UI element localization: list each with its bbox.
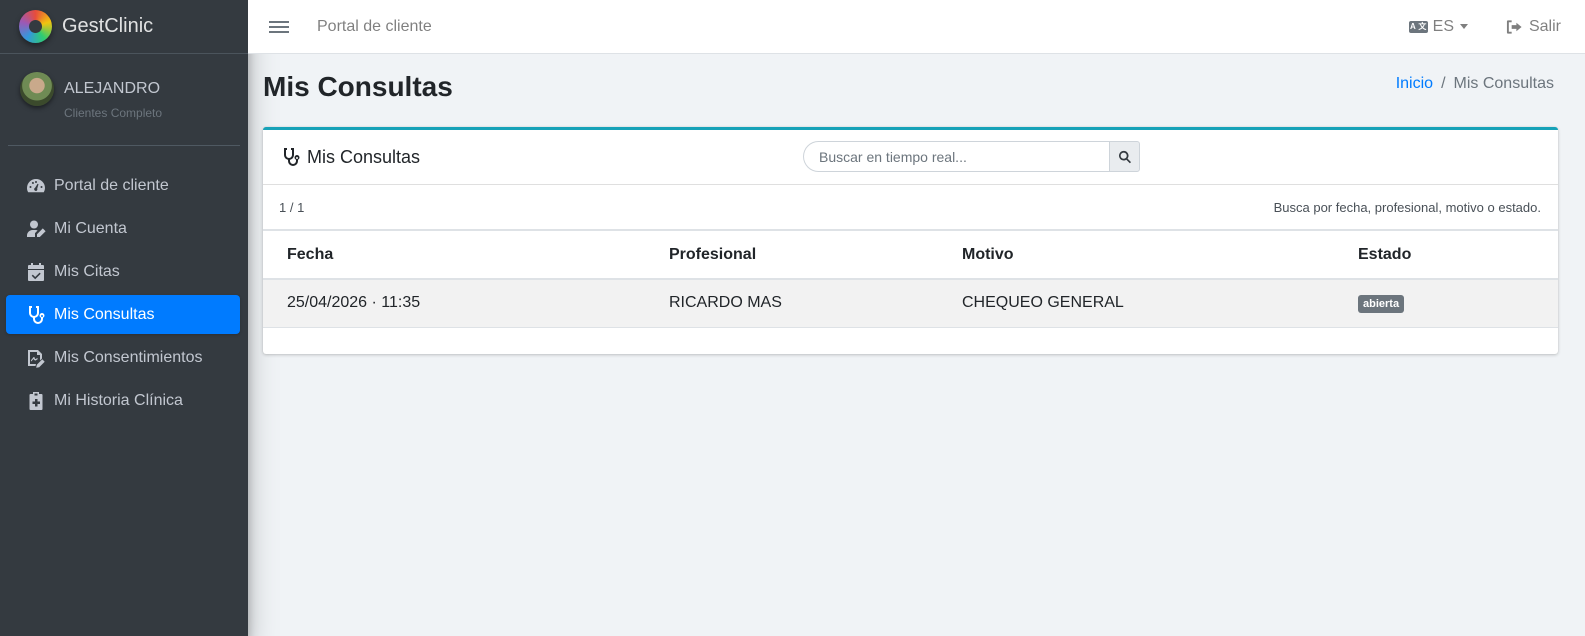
avatar[interactable] [20,72,54,106]
breadcrumb-home-link[interactable]: Inicio [1396,75,1433,93]
search-input[interactable] [803,141,1109,172]
sidebar-item-consultas[interactable]: Mis Consultas [6,295,240,334]
sidebar-item-citas[interactable]: Mis Citas [6,252,240,291]
top-navbar: Portal de cliente A文 ES Salir [248,0,1585,54]
column-header-profesional[interactable]: Profesional [645,231,938,280]
consultas-table: Fecha Profesional Motivo Estado 25/04/20… [263,231,1558,328]
user-panel: ALEJANDRO Clientes Completo [8,54,240,146]
column-header-fecha[interactable]: Fecha [263,231,645,280]
caret-down-icon [1459,24,1468,29]
search-hint: Busca por fecha, profesional, motivo o e… [1273,199,1541,215]
sidebar-item-historia[interactable]: Mi Historia Clínica [6,381,240,420]
sidebar-item-account[interactable]: Mi Cuenta [6,209,240,248]
card-title-text: Mis Consultas [307,146,421,167]
card-header: Mis Consultas [263,130,1558,185]
menu-toggle-icon[interactable] [269,18,289,36]
breadcrumb-separator: / [1441,75,1446,92]
logout-button[interactable]: Salir [1506,18,1561,36]
dashboard-icon [24,176,48,196]
sidebar-item-portal[interactable]: Portal de cliente [6,166,240,205]
user-role: Clientes Completo [64,106,163,121]
cell-motivo: CHEQUEO GENERAL [938,279,1334,328]
sign-out-icon [1506,19,1522,34]
sidebar-item-label: Mis Consultas [54,305,155,323]
user-edit-icon [24,219,48,239]
logout-label: Salir [1528,17,1561,35]
cell-estado: abierta [1334,279,1558,328]
stethoscope-icon [24,305,48,325]
search-group [803,141,1140,172]
status-badge: abierta [1358,294,1405,313]
calendar-check-icon [24,262,48,282]
sidebar-item-label: Mi Cuenta [54,219,127,237]
search-button[interactable] [1109,141,1140,172]
user-name[interactable]: ALEJANDRO [64,79,162,98]
brand[interactable]: GestClinic [0,0,248,54]
language-dropdown[interactable]: A文 ES [1408,17,1468,36]
sidebar-item-label: Mi Historia Clínica [54,391,183,409]
language-icon: A文 [1408,20,1428,33]
breadcrumb: Inicio / Mis Consultas [1396,75,1554,93]
signature-icon [24,348,48,368]
sidebar-item-consentimientos[interactable]: Mis Consentimientos [6,338,240,377]
card-title: Mis Consultas [281,147,420,168]
language-label: ES [1432,17,1454,35]
consultas-card: Mis Consultas 1 / 1 Busca por fecha, pro… [263,127,1558,354]
search-icon [1118,150,1131,163]
column-header-estado[interactable]: Estado [1334,231,1558,280]
brand-name: GestClinic [62,15,154,37]
portal-link[interactable]: Portal de cliente [317,18,432,36]
page-title: Mis Consultas [263,71,453,102]
table-header-row: Fecha Profesional Motivo Estado [263,231,1558,280]
sidebar-item-label: Mis Consentimientos [54,348,203,366]
stethoscope-icon [284,148,300,166]
sidebar: GestClinic ALEJANDRO Clientes Completo P… [0,0,248,636]
pagination-info: 1 / 1 [279,199,305,215]
sidebar-item-label: Mis Citas [54,262,120,280]
table-row[interactable]: 25/04/2026 · 11:35 RICARDO MAS CHEQUEO G… [263,279,1558,328]
brand-logo-icon [19,10,52,43]
sidebar-nav: Portal de cliente Mi Cuenta Mis Citas Mi… [0,146,248,420]
main-content: Mis Consultas Inicio / Mis Consultas Mis… [248,54,1585,636]
cell-profesional: RICARDO MAS [645,279,938,328]
breadcrumb-current: Mis Consultas [1453,75,1554,92]
column-header-motivo[interactable]: Motivo [938,231,1334,280]
clipboard-medical-icon [24,391,48,411]
info-row: 1 / 1 Busca por fecha, profesional, moti… [263,185,1558,231]
cell-fecha: 25/04/2026 · 11:35 [263,279,645,328]
sidebar-item-label: Portal de cliente [54,176,169,194]
